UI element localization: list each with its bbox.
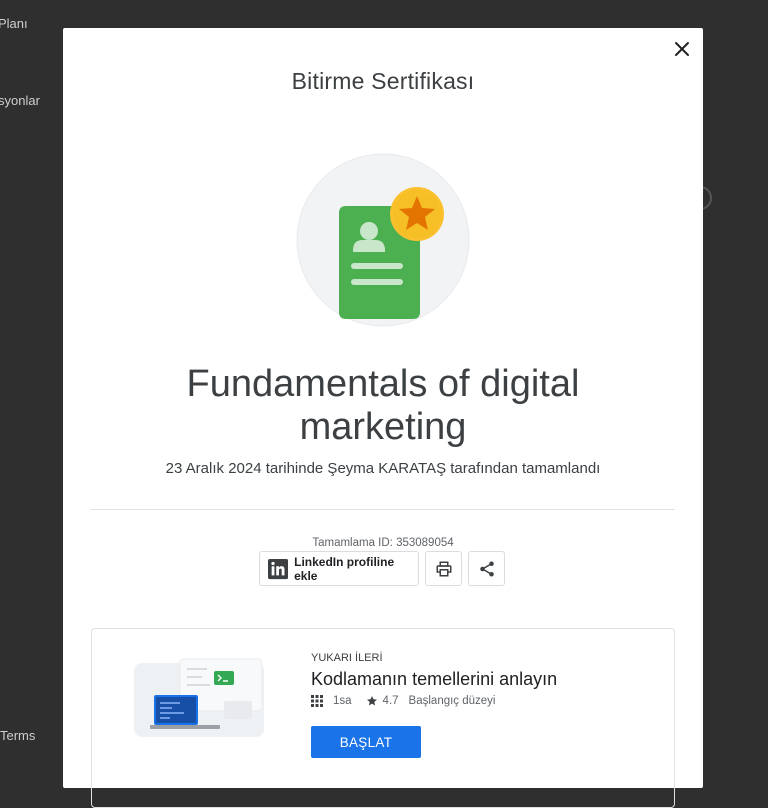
share-button[interactable] — [468, 551, 505, 586]
close-icon — [675, 42, 689, 56]
background-nav-item: Planı — [0, 16, 28, 31]
certificate-actions: LinkedIn profiline ekle — [259, 551, 505, 586]
background-nav-item: syonlar — [0, 93, 40, 108]
coding-illustration-icon — [134, 658, 264, 737]
close-button[interactable] — [671, 38, 693, 60]
course-title: Fundamentals of digital marketing — [186, 363, 580, 448]
course-duration: 1sa — [333, 695, 352, 707]
divider — [91, 509, 675, 510]
completion-statement: 23 Aralık 2024 tarihinde Şeyma KARATAŞ t… — [165, 460, 601, 477]
certificate-modal: Bitirme Sertifikası Fundamentals of digi… — [63, 28, 703, 808]
add-to-linkedin-label: LinkedIn profiline ekle — [294, 554, 395, 583]
background-footer-link: Terms — [0, 728, 36, 743]
certificate-badge-icon — [293, 150, 473, 330]
start-button[interactable]: BAŞLAT — [311, 726, 421, 758]
course-meta: 1sa 4.7 Başlangıç düzeyi — [311, 695, 496, 707]
completion-id: Tamamlama ID: 353089054 — [312, 537, 454, 549]
recommended-course-card[interactable]: YUKARI İLERİ Kodlamanın temellerini anla… — [91, 628, 675, 808]
add-to-linkedin-button[interactable]: LinkedIn profiline ekle — [259, 551, 419, 586]
print-icon — [436, 561, 451, 576]
modules-grid-icon — [311, 695, 323, 707]
modal-title: Bitirme Sertifikası — [291, 68, 475, 94]
linkedin-icon — [268, 558, 289, 579]
print-button[interactable] — [425, 551, 462, 586]
recommendation-eyebrow: YUKARI İLERİ — [311, 652, 383, 664]
course-rating: 4.7 — [382, 695, 399, 707]
share-icon — [479, 561, 494, 576]
recommended-course-title[interactable]: Kodlamanın temellerini anlayın — [311, 669, 557, 690]
star-icon — [366, 696, 377, 706]
course-level: Başlangıç düzeyi — [408, 695, 496, 707]
